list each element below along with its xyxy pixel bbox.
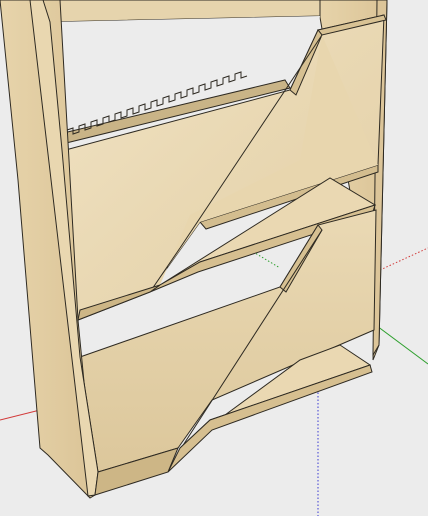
- red-axis-dotted: [379, 247, 428, 271]
- model-viewport[interactable]: [0, 0, 428, 516]
- green-axis-line: [376, 325, 428, 365]
- shelf-model-render: [0, 0, 428, 516]
